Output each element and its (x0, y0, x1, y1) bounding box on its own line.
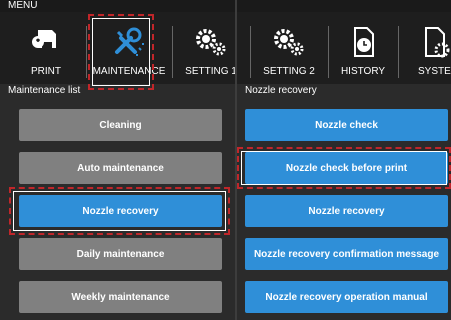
toolbar-system-button[interactable]: SYSTEM (402, 12, 451, 84)
toolbar-separator (250, 26, 251, 78)
main-toolbar: PRINT MAINTENANCE SETTING 1 SETTING 2 HI… (0, 12, 451, 84)
maintenance-highlight-frame (88, 14, 154, 90)
toolbar-label: PRINT (31, 66, 61, 77)
nozzle-recovery-highlight-frame (9, 187, 230, 235)
toolbar-separator (398, 26, 399, 78)
maintenance-list-title: Maintenance list (8, 85, 81, 96)
menu-title: MENU (0, 0, 451, 12)
toolbar-label: HISTORY (340, 66, 386, 77)
system-icon (425, 27, 450, 58)
history-icon (354, 27, 374, 57)
daily-maintenance-button[interactable]: Daily maintenance (19, 238, 222, 270)
nozzle-check-before-print-highlight-frame (237, 147, 451, 189)
toolbar-separator (86, 26, 87, 78)
toolbar-history-button[interactable]: HISTORY (330, 12, 396, 84)
gears-icon (274, 29, 304, 56)
nozzle-recovery-confirmation-message-button[interactable]: Nozzle recovery confirmation message (245, 238, 448, 270)
toolbar-separator (328, 26, 329, 78)
print-icon (32, 30, 56, 48)
toolbar-print-button[interactable]: PRINT (10, 12, 82, 84)
gears-icon (196, 29, 226, 56)
nozzle-recovery-panel-title: Nozzle recovery (245, 85, 317, 96)
toolbar-setting2-button[interactable]: SETTING 2 (252, 12, 326, 84)
toolbar-label: SETTING 2 (263, 66, 315, 77)
nozzle-check-button[interactable]: Nozzle check (245, 109, 448, 141)
nozzle-recovery-operation-manual-button[interactable]: Nozzle recovery operation manual (245, 281, 448, 313)
toolbar-separator (172, 26, 173, 78)
weekly-maintenance-button[interactable]: Weekly maintenance (19, 281, 222, 313)
cleaning-button[interactable]: Cleaning (19, 109, 222, 141)
auto-maintenance-button[interactable]: Auto maintenance (19, 152, 222, 184)
toolbar-label: SYSTEM (418, 66, 451, 77)
nozzle-recovery-button[interactable]: Nozzle recovery (245, 195, 448, 227)
